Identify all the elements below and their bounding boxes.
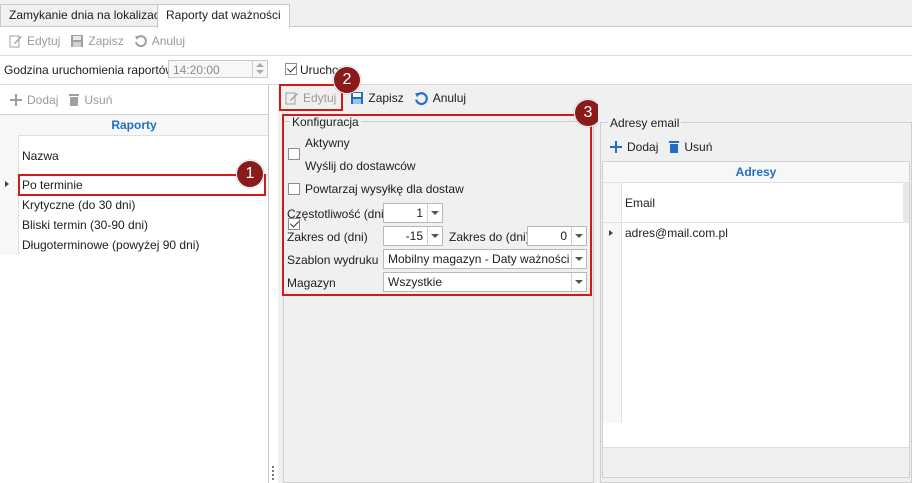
undo-icon (414, 91, 428, 105)
run-hour-value: 14:20:00 (173, 63, 220, 77)
config-cancel-button[interactable]: Anuluj (411, 91, 469, 106)
current-row-arrow-icon (5, 181, 9, 187)
column-header-email[interactable]: Email (625, 196, 655, 210)
email-row[interactable]: adres@mail.com.pl (625, 223, 728, 243)
row-indicator-column (603, 183, 622, 423)
plus-icon (610, 141, 622, 153)
run-hour-input[interactable]: 14:20:00 (168, 60, 268, 78)
reports-panel (0, 85, 268, 483)
remove-report-button[interactable]: Usuń (65, 93, 115, 107)
remove-email-button[interactable]: Usuń (665, 140, 715, 154)
main-toolbar: Edytuj Zapisz Anuluj (6, 28, 188, 54)
highlight-box-3 (282, 114, 592, 296)
badge-1: 1 (236, 160, 264, 188)
config-cancel-label: Anuluj (432, 91, 467, 105)
undo-icon (134, 35, 147, 48)
report-row[interactable]: Krytyczne (do 30 dni) (22, 195, 135, 215)
reports-toolbar: Dodaj Usuń (6, 87, 115, 113)
plus-icon (10, 94, 22, 106)
trash-icon (669, 141, 680, 153)
splitter[interactable] (268, 85, 269, 483)
edit-label: Edytuj (27, 34, 61, 48)
pencil-icon (9, 35, 22, 48)
report-row[interactable]: Bliski termin (30-90 dni) (22, 215, 148, 235)
spin-arrows-icon[interactable] (252, 61, 267, 77)
reports-grid-title: Raporty (0, 114, 268, 136)
email-toolbar: Dodaj Usuń (606, 134, 715, 160)
row-indicator-header (0, 135, 19, 175)
report-row[interactable]: Długoterminowe (powyżej 90 dni) (22, 235, 199, 255)
row-indicator-column (0, 175, 19, 255)
badge-2: 2 (333, 66, 361, 94)
email-grid-footer (603, 448, 909, 477)
edit-button[interactable]: Edytuj (6, 34, 63, 48)
divider (0, 55, 912, 56)
tab-expiry-reports[interactable]: Raporty dat ważności (157, 4, 290, 28)
run-checkbox[interactable] (285, 63, 297, 75)
column-header-name[interactable]: Nazwa (22, 149, 59, 163)
floppy-icon (71, 35, 84, 47)
current-row-arrow-icon (609, 230, 613, 236)
email-grid-title: Adresy (603, 162, 909, 183)
floppy-icon (351, 92, 364, 104)
add-email-label: Dodaj (627, 140, 659, 154)
cancel-label: Anuluj (151, 34, 186, 48)
highlight-box-1 (18, 174, 266, 196)
run-hour-label: Godzina uruchomienia raportów (4, 63, 175, 77)
splitter-grip-icon[interactable] (272, 466, 276, 480)
scrollbar[interactable] (903, 183, 909, 223)
trash-icon (69, 94, 80, 106)
add-report-button[interactable]: Dodaj (6, 93, 61, 107)
tab-closing-day[interactable]: Zamykanie dnia na lokalizacji (0, 4, 175, 26)
save-button[interactable]: Zapisz (67, 34, 126, 48)
remove-email-label: Usuń (684, 140, 713, 154)
email-legend: Adresy email (608, 116, 682, 130)
save-label: Zapisz (88, 34, 124, 48)
config-save-button[interactable]: Zapisz (347, 91, 406, 105)
tab-bar: Zamykanie dnia na lokalizacji Raporty da… (0, 0, 912, 28)
config-save-label: Zapisz (368, 91, 404, 105)
add-report-label: Dodaj (27, 93, 59, 107)
cancel-button[interactable]: Anuluj (131, 34, 188, 48)
highlight-box-2 (279, 84, 343, 111)
remove-report-label: Usuń (84, 93, 113, 107)
add-email-button[interactable]: Dodaj (606, 140, 661, 154)
